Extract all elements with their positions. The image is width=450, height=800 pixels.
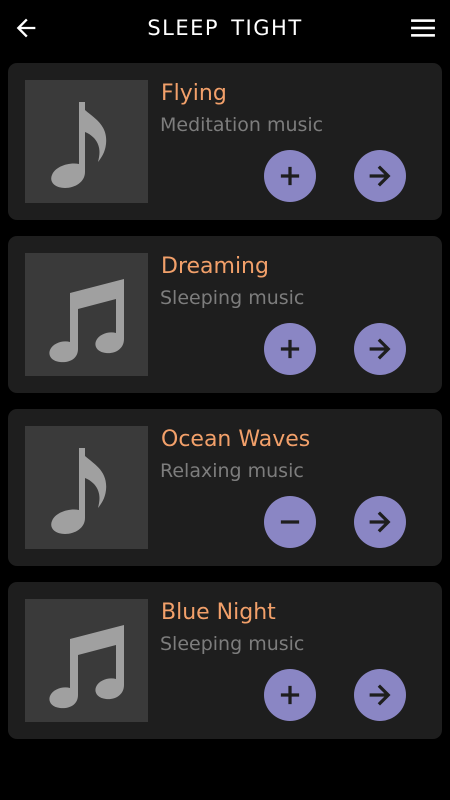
top-app-bar: SLEEP TIGHT [0, 0, 450, 56]
open-track-button[interactable] [354, 496, 406, 548]
track-thumbnail [25, 80, 148, 203]
arrow-left-icon [16, 18, 36, 38]
track-subtitle: Meditation music [160, 114, 324, 136]
open-track-button[interactable] [354, 150, 406, 202]
track-title: Flying [161, 81, 227, 106]
track-subtitle: Relaxing music [160, 460, 304, 482]
open-track-button[interactable] [354, 669, 406, 721]
track-title: Dreaming [161, 254, 269, 279]
track-card[interactable]: Blue Night Sleeping music [8, 582, 442, 739]
track-thumbnail [25, 253, 148, 376]
track-thumbnail [25, 599, 148, 722]
double-music-note-icon [48, 278, 124, 362]
arrow-right-icon [369, 684, 391, 706]
plus-icon [280, 685, 300, 705]
track-card[interactable]: Flying Meditation music [8, 63, 442, 220]
plus-icon [280, 339, 300, 359]
track-thumbnail [25, 426, 148, 549]
app-title: SLEEP TIGHT [147, 16, 303, 40]
plus-icon [280, 166, 300, 186]
double-music-note-icon [48, 624, 124, 708]
track-card[interactable]: Ocean Waves Relaxing music [8, 409, 442, 566]
open-track-button[interactable] [354, 323, 406, 375]
track-subtitle: Sleeping music [160, 287, 305, 309]
track-list: Flying Meditation music Dreaming Sleepin… [8, 63, 442, 755]
app-screen: SLEEP TIGHT Flying Meditation music Drea… [0, 0, 450, 800]
add-to-playlist-button[interactable] [264, 150, 316, 202]
track-subtitle: Sleeping music [160, 633, 305, 655]
add-to-playlist-button[interactable] [264, 669, 316, 721]
single-music-note-icon [50, 101, 106, 188]
arrow-right-icon [369, 165, 391, 187]
remove-from-playlist-button[interactable] [264, 496, 316, 548]
single-music-note-icon [50, 447, 106, 534]
back-button[interactable] [12, 14, 40, 42]
arrow-right-icon [369, 338, 391, 360]
menu-button[interactable] [410, 15, 436, 41]
hamburger-menu-icon [411, 19, 435, 37]
add-to-playlist-button[interactable] [264, 323, 316, 375]
track-title: Blue Night [161, 600, 276, 625]
arrow-right-icon [369, 511, 391, 533]
track-title: Ocean Waves [161, 427, 311, 452]
track-card[interactable]: Dreaming Sleeping music [8, 236, 442, 393]
minus-icon [280, 520, 300, 524]
